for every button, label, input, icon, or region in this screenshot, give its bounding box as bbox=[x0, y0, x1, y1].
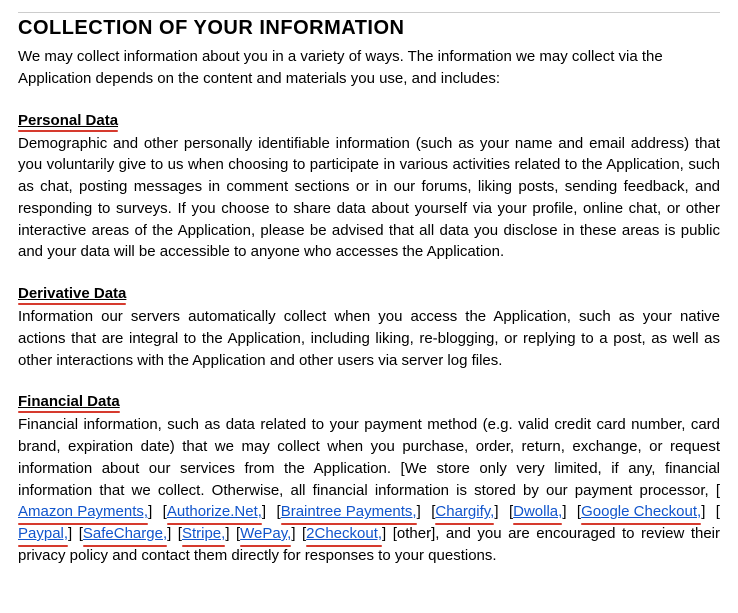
link-prefix: [ bbox=[295, 525, 306, 542]
payment-processor-link[interactable]: SafeCharge, bbox=[83, 523, 167, 545]
main-heading: COLLECTION OF YOUR INFORMATION bbox=[18, 17, 720, 40]
payment-processor-link[interactable]: Chargify, bbox=[435, 501, 494, 523]
payment-processor-link[interactable]: Amazon Payments, bbox=[18, 501, 148, 523]
section: Financial Data Financial information, suc… bbox=[18, 393, 720, 566]
payment-processor-link[interactable]: Dwolla, bbox=[513, 501, 562, 523]
link-prefix: [ bbox=[230, 525, 241, 542]
intro-paragraph: We may collect information about you in … bbox=[18, 46, 720, 90]
link-prefix: [ bbox=[421, 503, 436, 520]
payment-processor-link[interactable]: Stripe, bbox=[182, 523, 225, 545]
link-prefix: [ bbox=[152, 503, 167, 520]
payment-processor-link[interactable]: 2Checkout, bbox=[306, 523, 382, 545]
section: Personal Data Demographic and other perso… bbox=[18, 112, 720, 264]
body-text-before: Demographic and other personally identif… bbox=[18, 135, 720, 261]
payment-processor-link[interactable]: Braintree Payments, bbox=[281, 501, 417, 523]
body-text-before: Financial information, such as data rela… bbox=[18, 416, 720, 498]
top-divider bbox=[18, 12, 720, 13]
section-body: Financial information, such as data rela… bbox=[18, 414, 720, 566]
section-heading: Financial Data bbox=[18, 393, 120, 410]
section-heading: Personal Data bbox=[18, 112, 118, 129]
payment-processor-link[interactable]: Authorize.Net, bbox=[167, 501, 262, 523]
link-prefix: [ bbox=[499, 503, 514, 520]
payment-processor-link[interactable]: Paypal, bbox=[18, 523, 68, 545]
link-prefix: [ bbox=[266, 503, 281, 520]
section-body: Information our servers automatically co… bbox=[18, 306, 720, 371]
section-heading: Derivative Data bbox=[18, 285, 126, 302]
link-prefix: [ bbox=[72, 525, 83, 542]
body-text-before: Information our servers automatically co… bbox=[18, 308, 720, 369]
link-prefix: [ bbox=[171, 525, 182, 542]
payment-processor-link[interactable]: Google Checkout, bbox=[581, 501, 701, 523]
link-prefix: [ bbox=[716, 482, 720, 499]
payment-processor-link[interactable]: WePay, bbox=[240, 523, 291, 545]
section: Derivative Data Information our servers a… bbox=[18, 285, 720, 371]
link-prefix: [ bbox=[705, 503, 720, 520]
section-body: Demographic and other personally identif… bbox=[18, 133, 720, 264]
link-prefix: [ bbox=[566, 503, 581, 520]
